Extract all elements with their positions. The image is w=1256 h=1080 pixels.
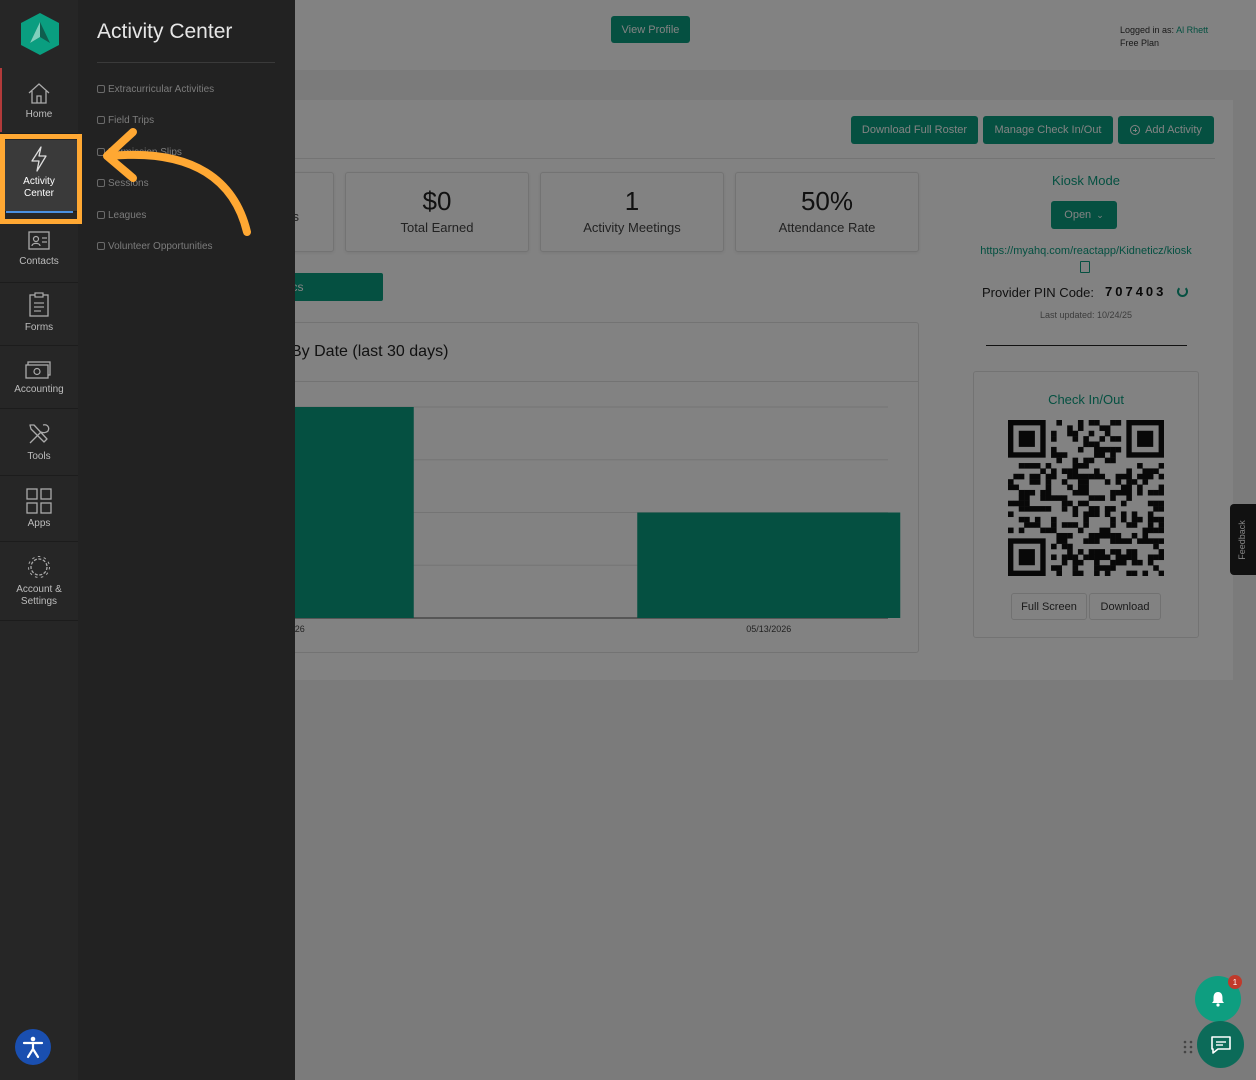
sidebar-item-tools[interactable]: Tools <box>0 410 78 476</box>
sidebar-item-label: Home <box>25 109 53 120</box>
notification-badge: 1 <box>1228 975 1242 989</box>
tutorial-arrow-icon <box>103 128 251 236</box>
flyout-divider <box>97 62 275 63</box>
accessibility-button[interactable] <box>15 1029 51 1065</box>
heart-icon <box>97 242 105 250</box>
bell-icon <box>1212 992 1224 1007</box>
sidebar-item-apps[interactable]: Apps <box>0 477 78 542</box>
sidebar-item-forms[interactable]: Forms <box>0 284 78 346</box>
chat-button[interactable] <box>1197 1021 1244 1068</box>
sidebar-item-home[interactable]: Home <box>0 68 78 134</box>
logo[interactable] <box>20 12 60 56</box>
sidebar-item-label: Accounting <box>14 384 64 395</box>
sidebar-item-label: Account & Settings <box>16 584 62 607</box>
flyout-item-label: Extracurricular Activities <box>108 84 215 95</box>
accounting-icon <box>25 361 51 379</box>
apps-icon <box>26 488 52 514</box>
forms-icon <box>29 292 49 317</box>
sidebar-item-accounting[interactable]: Accounting <box>0 347 78 409</box>
gear-icon <box>28 556 50 578</box>
drag-handle-icon[interactable] <box>1183 1040 1193 1054</box>
active-underline <box>6 211 73 213</box>
accessibility-icon <box>22 1036 44 1059</box>
chat-icon <box>1210 1035 1231 1054</box>
sidebar-item-label: Forms <box>24 322 54 333</box>
sidebar-item-label: Apps <box>27 518 51 529</box>
sidebar-item-label: Tools <box>27 451 51 462</box>
flyout-title: Activity Center <box>97 20 233 43</box>
lightning-icon <box>97 85 105 93</box>
sidebar-item-label: Contacts <box>19 256 59 267</box>
flyout-item-extracurricular[interactable]: Extracurricular Activities <box>97 84 214 95</box>
sidebar-item-account-settings[interactable]: Account & Settings <box>0 543 78 621</box>
home-icon <box>28 83 50 104</box>
flyout-item-label: Volunteer Opportunities <box>108 241 213 252</box>
flyout-item-volunteer[interactable]: Volunteer Opportunities <box>97 241 213 252</box>
tools-icon <box>29 424 50 444</box>
contacts-icon <box>28 231 50 250</box>
sidebar-item-contacts[interactable]: Contacts <box>0 221 78 283</box>
